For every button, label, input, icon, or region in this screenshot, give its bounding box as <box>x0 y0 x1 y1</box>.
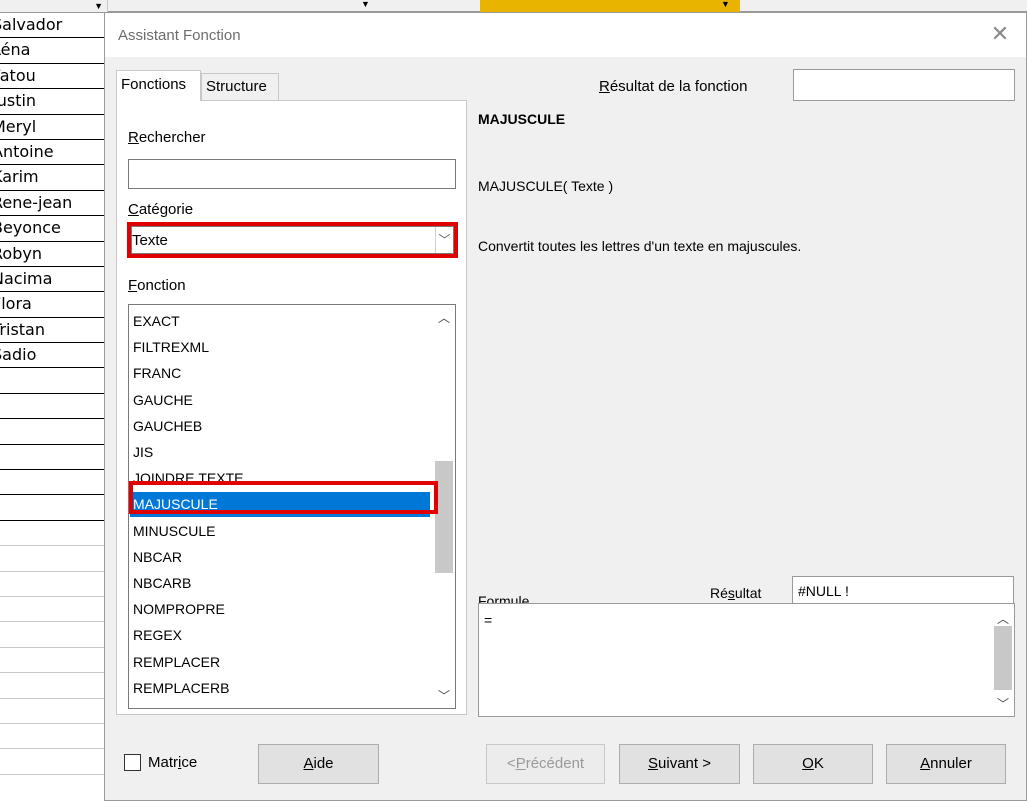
tab-structure[interactable]: Structure <box>201 73 279 100</box>
function-name: MAJUSCULE <box>478 111 566 127</box>
autofilter-arrow-icon[interactable]: ▼ <box>361 0 370 9</box>
function-item[interactable]: GAUCHE <box>130 388 430 413</box>
sheet-cell[interactable] <box>0 546 107 572</box>
sheet-cell[interactable] <box>0 368 107 394</box>
functions-panel: Rechercher Catégorie Texte ﹀ Fonction EX… <box>116 100 467 715</box>
aide-button[interactable]: Aide <box>258 744 379 784</box>
sheet-cell[interactable]: Antoine <box>0 140 107 166</box>
function-item[interactable]: REMPLACERB <box>130 676 430 701</box>
column-header-strip: ▼ ▼ <box>108 0 1027 12</box>
dialog-title: Assistant Fonction <box>118 27 241 44</box>
sheet-cell[interactable]: Sadio <box>0 343 107 369</box>
function-wizard-dialog: Assistant Fonction ✕ Fonctions Structure… <box>104 12 1027 801</box>
sheet-cell[interactable] <box>0 749 107 775</box>
sheet-cell[interactable] <box>0 699 107 724</box>
sheet-cell[interactable]: Léna <box>0 38 107 64</box>
sheet-cell[interactable] <box>0 673 107 699</box>
function-item[interactable]: MAJUSCULE <box>130 492 430 518</box>
chevron-down-icon[interactable]: ﹀ <box>433 687 455 704</box>
function-item[interactable]: NBCAR <box>130 545 430 570</box>
sheet-cell[interactable] <box>0 495 107 521</box>
formula-editor[interactable]: = ︿ ﹀ <box>478 603 1015 717</box>
ok-button[interactable]: OK <box>753 744 873 784</box>
search-label: Rechercher <box>128 129 206 146</box>
formula-text: = <box>484 612 493 628</box>
spreadsheet-column: ▼ SalvadorLénaFatouJustinMerylAntoineKar… <box>0 0 108 801</box>
sheet-cell[interactable] <box>0 445 107 471</box>
result-field: #NULL ! <box>792 576 1014 606</box>
function-description: Convertit toutes les lettres d'un texte … <box>478 238 802 254</box>
sheet-cell[interactable] <box>0 419 107 445</box>
sheet-cell[interactable] <box>0 648 107 674</box>
column-header[interactable]: ▼ <box>0 0 107 13</box>
suivant-button[interactable]: Suivant > <box>619 744 740 784</box>
chevron-up-icon[interactable]: ︿ <box>433 309 455 326</box>
autofilter-arrow-icon[interactable]: ▼ <box>94 2 103 11</box>
function-item[interactable]: JIS <box>130 440 430 465</box>
dialog-titlebar: Assistant Fonction ✕ <box>105 13 1026 57</box>
sheet-cell[interactable] <box>0 572 107 597</box>
sheet-cell[interactable] <box>0 470 107 496</box>
function-item[interactable]: MINUSCULE <box>130 519 430 544</box>
tab-fonctions[interactable]: Fonctions <box>116 70 201 101</box>
function-item[interactable]: GAUCHEB <box>130 414 430 439</box>
autofilter-arrow-icon[interactable]: ▼ <box>721 0 730 9</box>
sheet-cell[interactable]: Robyn <box>0 242 107 267</box>
formula-scrollbar[interactable]: ︿ ﹀ <box>992 604 1014 716</box>
search-input[interactable] <box>128 159 456 189</box>
name-cells: SalvadorLénaFatouJustinMerylAntoineKarim… <box>0 13 107 775</box>
sheet-cell[interactable]: Meryl <box>0 115 107 140</box>
function-item[interactable]: NBCARB <box>130 571 430 596</box>
matrice-checkbox[interactable] <box>124 754 141 771</box>
function-item[interactable]: FILTREXML <box>130 335 430 360</box>
function-item[interactable]: REGEX <box>130 623 430 648</box>
sheet-cell[interactable]: Flora <box>0 292 107 318</box>
sheet-cell[interactable]: Tristan <box>0 318 107 344</box>
result-label: Résultat <box>710 585 762 601</box>
function-syntax: MAJUSCULE( Texte ) <box>478 178 614 194</box>
matrice-label[interactable]: Matrice <box>148 754 197 771</box>
sheet-cell[interactable]: Rene-jean <box>0 191 107 217</box>
close-icon[interactable]: ✕ <box>988 23 1012 47</box>
sheet-cell[interactable]: Justin <box>0 89 107 115</box>
chevron-up-icon[interactable]: ︿ <box>992 610 1014 627</box>
sheet-cell[interactable] <box>0 394 107 420</box>
sheet-cell[interactable] <box>0 521 107 547</box>
sheet-cell[interactable] <box>0 622 107 648</box>
function-item[interactable]: JOINDRE.TEXTE <box>130 466 430 491</box>
category-label: Catégorie <box>128 201 194 218</box>
function-result-field <box>793 69 1015 101</box>
precedent-button[interactable]: <Précédent <box>486 744 605 784</box>
sheet-cell[interactable]: Salvador <box>0 13 107 39</box>
function-item[interactable]: REMPLACER <box>130 650 430 675</box>
annuler-button[interactable]: Annuler <box>886 744 1006 784</box>
sheet-cell[interactable] <box>0 724 107 750</box>
function-item[interactable]: FRANC <box>130 361 430 386</box>
chevron-down-icon[interactable]: ﹀ <box>992 695 1014 712</box>
function-result-label: Résultat de la fonction <box>599 78 748 95</box>
scrollbar-thumb[interactable] <box>994 626 1012 690</box>
function-list-scrollbar[interactable]: ︿ ﹀ <box>433 305 455 708</box>
function-item[interactable]: NOMPROPRE <box>130 597 430 622</box>
function-item[interactable]: EXACT <box>130 309 430 334</box>
sheet-cell[interactable] <box>0 597 107 623</box>
category-highlight-box <box>127 222 458 258</box>
selected-column-header[interactable] <box>480 0 740 12</box>
sheet-cell[interactable]: Fatou <box>0 64 107 90</box>
function-label: Fonction <box>128 277 186 294</box>
scrollbar-thumb[interactable] <box>435 461 453 573</box>
sheet-cell[interactable]: Beyonce <box>0 216 107 242</box>
function-list[interactable]: EXACT FILTREXML FRANC GAUCHE GAUCHEB JIS JOIND… <box>128 304 456 709</box>
sheet-cell[interactable]: Nacima <box>0 267 107 293</box>
sheet-cell[interactable]: Karim <box>0 165 107 191</box>
